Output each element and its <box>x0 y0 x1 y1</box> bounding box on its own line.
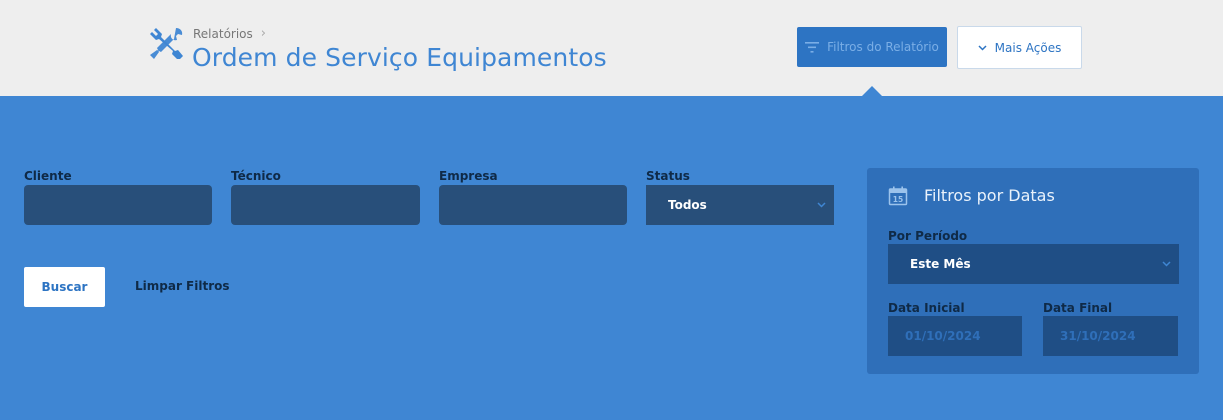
periodo-label: Por Período <box>888 229 968 243</box>
breadcrumb-link[interactable]: Relatórios <box>193 27 253 41</box>
status-label: Status <box>646 169 690 183</box>
tecnico-input[interactable] <box>231 185 420 225</box>
more-actions-button[interactable]: Mais Ações <box>957 26 1082 69</box>
report-filters-button[interactable]: Filtros do Relatório <box>797 27 947 67</box>
report-filters-label: Filtros do Relatório <box>827 40 939 54</box>
chevron-down-icon <box>817 202 826 208</box>
date-filters-card: 15 Filtros por Datas Por Período Este Mê… <box>867 168 1199 374</box>
status-select-value: Todos <box>668 198 707 212</box>
data-inicial-label: Data Inicial <box>888 301 965 315</box>
chevron-right-icon: › <box>260 26 266 41</box>
cliente-label: Cliente <box>24 169 72 183</box>
chevron-down-icon <box>1162 261 1171 267</box>
calendar-icon: 15 <box>888 186 908 206</box>
breadcrumb: Relatórios › <box>193 26 266 41</box>
periodo-select[interactable]: Este Mês <box>888 244 1179 284</box>
empresa-input[interactable] <box>439 185 627 225</box>
tools-icon <box>150 28 183 59</box>
date-filters-title: Filtros por Datas <box>924 186 1055 205</box>
data-final-input[interactable]: 31/10/2024 <box>1043 316 1178 356</box>
panel-pointer <box>862 86 882 96</box>
data-final-label: Data Final <box>1043 301 1113 315</box>
page-header: Relatórios › Ordem de Serviço Equipament… <box>0 0 1223 96</box>
page-title: Ordem de Serviço Equipamentos <box>192 43 607 72</box>
clear-filters-link[interactable]: Limpar Filtros <box>135 279 230 293</box>
svg-text:15: 15 <box>893 195 903 204</box>
filters-panel: Cliente Técnico Empresa Status Todos Bus… <box>0 96 1223 420</box>
cliente-input[interactable] <box>24 185 212 225</box>
empresa-label: Empresa <box>439 169 498 183</box>
data-inicial-input[interactable]: 01/10/2024 <box>888 316 1022 356</box>
filter-icon <box>805 41 820 53</box>
chevron-down-icon <box>978 44 987 51</box>
tecnico-label: Técnico <box>231 169 281 183</box>
status-select[interactable]: Todos <box>646 185 834 225</box>
more-actions-label: Mais Ações <box>994 40 1062 55</box>
search-button[interactable]: Buscar <box>24 267 105 307</box>
periodo-select-value: Este Mês <box>910 257 971 271</box>
